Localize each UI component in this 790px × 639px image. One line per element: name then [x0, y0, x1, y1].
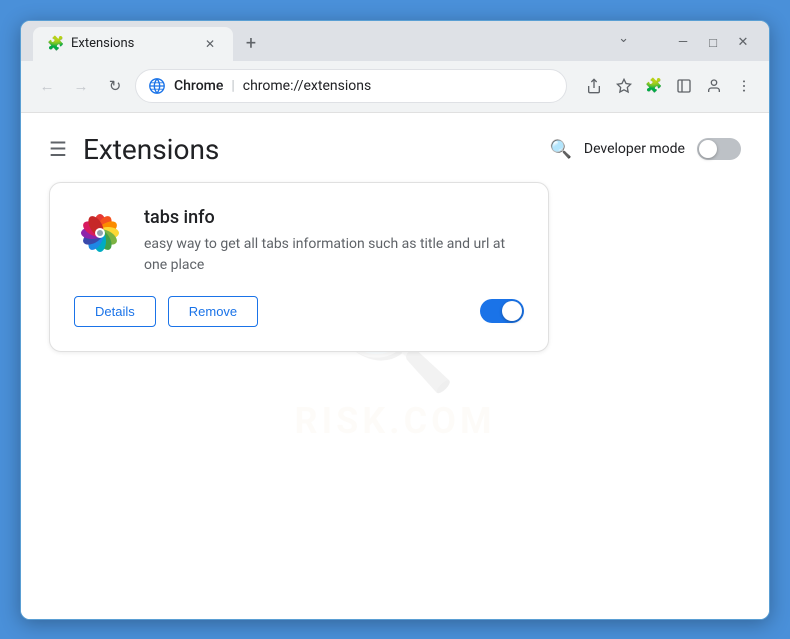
minimize-button[interactable]: —	[669, 29, 697, 57]
browser-window: 🧩 Extensions ✕ + ⌄ — □ ✕ ← → ↻	[20, 20, 770, 620]
tab-close-button[interactable]: ✕	[201, 35, 219, 53]
extensions-search-icon[interactable]: 🔍	[549, 139, 571, 160]
extension-enable-toggle[interactable]	[480, 299, 524, 323]
bookmark-icon[interactable]	[611, 73, 637, 99]
address-bar: ← → ↻ Chrome | chrome://extensions	[21, 61, 769, 113]
extension-card-bottom: Details Remove	[74, 296, 524, 327]
extension-icon	[74, 207, 126, 259]
tab-title: Extensions	[71, 36, 193, 51]
forward-button[interactable]: →	[67, 72, 95, 100]
extension-info: tabs info easy way to get all tabs infor…	[144, 207, 524, 276]
extensions-page: 🔍 RISK.COM ☰ Extensions 🔍 Developer mode	[21, 113, 769, 619]
hamburger-menu-icon[interactable]: ☰	[49, 137, 67, 161]
profile-icon[interactable]	[701, 73, 727, 99]
back-button[interactable]: ←	[33, 72, 61, 100]
extension-name: tabs info	[144, 207, 524, 228]
forward-icon: →	[74, 77, 89, 95]
window-controls: — □ ✕	[669, 29, 757, 57]
content-area: 🔍 RISK.COM ☰ Extensions 🔍 Developer mode	[21, 113, 769, 619]
extensions-header-right: 🔍 Developer mode	[549, 138, 741, 160]
remove-button[interactable]: Remove	[168, 296, 258, 327]
extensions-header-left: ☰ Extensions	[49, 133, 219, 166]
extension-card-top: tabs info easy way to get all tabs infor…	[74, 207, 524, 276]
share-icon[interactable]	[581, 73, 607, 99]
extension-card: tabs info easy way to get all tabs infor…	[49, 182, 549, 352]
watermark-text: RISK.COM	[295, 400, 496, 442]
extension-icon-wrapper	[74, 207, 126, 259]
extension-description: easy way to get all tabs information suc…	[144, 234, 524, 276]
sidebar-toggle-icon[interactable]	[671, 73, 697, 99]
address-url: chrome://extensions	[243, 78, 554, 94]
tab-dropdown-icon[interactable]: ⌄	[618, 31, 629, 46]
address-brand: Chrome	[174, 78, 223, 94]
title-bar: 🧩 Extensions ✕ + ⌄ — □ ✕	[21, 21, 769, 61]
extensions-icon[interactable]: 🧩	[641, 73, 667, 99]
maximize-button[interactable]: □	[699, 29, 727, 57]
developer-mode-toggle[interactable]	[697, 138, 741, 160]
reload-icon: ↻	[109, 77, 122, 95]
active-tab[interactable]: 🧩 Extensions ✕	[33, 27, 233, 61]
extension-cards-container: tabs info easy way to get all tabs infor…	[21, 182, 769, 352]
close-button[interactable]: ✕	[729, 29, 757, 57]
extensions-page-title: Extensions	[83, 133, 219, 166]
back-icon: ←	[40, 77, 55, 95]
reload-button[interactable]: ↻	[101, 72, 129, 100]
address-separator: |	[231, 78, 234, 94]
chrome-globe-icon	[148, 77, 166, 95]
developer-mode-label: Developer mode	[584, 141, 685, 157]
new-tab-button[interactable]: +	[237, 30, 265, 58]
menu-button[interactable]	[731, 73, 757, 99]
extensions-header: ☰ Extensions 🔍 Developer mode	[21, 113, 769, 182]
address-input[interactable]: Chrome | chrome://extensions	[135, 69, 567, 103]
details-button[interactable]: Details	[74, 296, 156, 327]
extension-toggle-knob	[502, 301, 522, 321]
address-bar-icons: 🧩	[581, 73, 757, 99]
toggle-knob	[699, 140, 717, 158]
tab-extension-icon: 🧩	[47, 36, 63, 52]
